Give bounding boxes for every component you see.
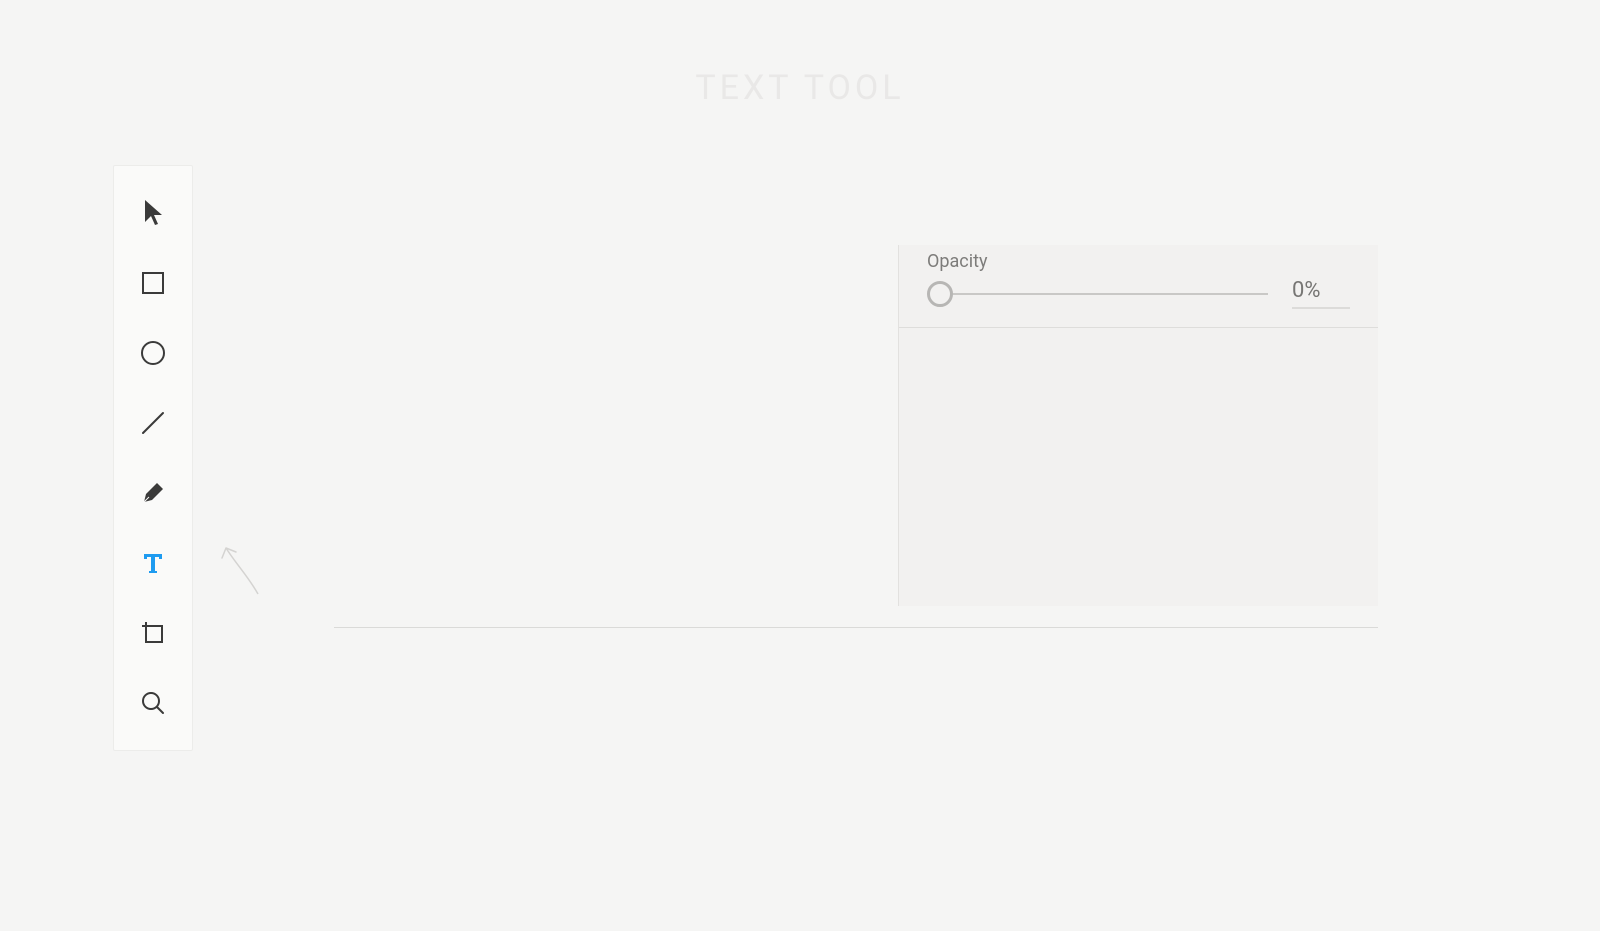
toolbar xyxy=(113,165,193,751)
artboard-tool[interactable] xyxy=(113,598,193,668)
select-tool[interactable] xyxy=(113,178,193,248)
artboard-icon xyxy=(140,620,166,646)
zoom-icon xyxy=(140,690,166,716)
text-tool[interactable] xyxy=(113,528,193,598)
callout-arrow xyxy=(218,536,268,596)
zoom-tool[interactable] xyxy=(113,668,193,738)
opacity-value[interactable]: 0% xyxy=(1292,278,1350,309)
opacity-section: Opacity 0% xyxy=(899,245,1378,328)
ellipse-icon xyxy=(140,340,166,366)
pen-icon xyxy=(140,480,166,506)
slider-thumb[interactable] xyxy=(927,281,953,307)
pen-tool[interactable] xyxy=(113,458,193,528)
line-tool[interactable] xyxy=(113,388,193,458)
line-icon xyxy=(140,410,166,436)
properties-panel: Opacity 0% xyxy=(898,245,1378,606)
ellipse-tool[interactable] xyxy=(113,318,193,388)
rectangle-tool[interactable] xyxy=(113,248,193,318)
slider-track xyxy=(941,293,1268,295)
cursor-icon xyxy=(142,199,164,227)
opacity-label: Opacity xyxy=(927,251,1350,272)
panel-empty-area xyxy=(899,328,1378,606)
opacity-slider[interactable] xyxy=(927,279,1268,309)
rectangle-icon xyxy=(141,271,165,295)
canvas-baseline xyxy=(334,627,1378,628)
page-title: TEXT TOOL xyxy=(0,68,1600,108)
text-icon xyxy=(141,551,165,575)
